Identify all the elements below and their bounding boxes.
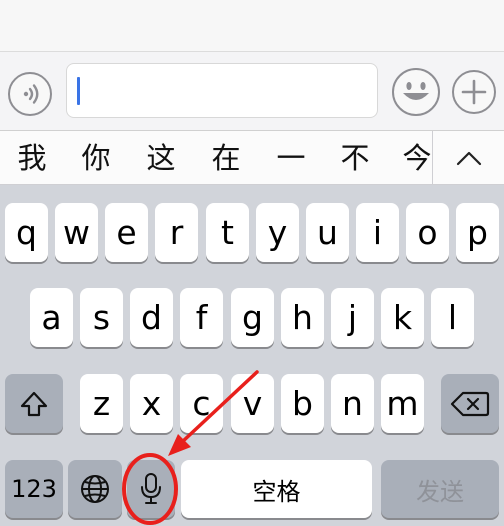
space-key[interactable]: 空格: [181, 460, 372, 518]
key-label: j: [347, 298, 358, 337]
candidate-word[interactable]: 不: [332, 138, 378, 178]
key-k[interactable]: k: [381, 288, 424, 347]
key-label: m: [386, 384, 419, 423]
emoji-button[interactable]: [392, 68, 440, 116]
key-label: f: [195, 298, 208, 337]
key-label: z: [92, 384, 111, 423]
numbers-key[interactable]: 123: [5, 460, 63, 518]
key-label: e: [116, 213, 137, 252]
key-label: g: [242, 298, 263, 337]
key-label: y: [267, 213, 288, 252]
voice-input-button[interactable]: [8, 72, 52, 116]
key-e[interactable]: e: [105, 203, 148, 262]
key-s[interactable]: s: [80, 288, 123, 347]
key-label: k: [392, 298, 413, 337]
key-y[interactable]: y: [256, 203, 299, 262]
key-label: d: [141, 298, 162, 337]
key-c[interactable]: c: [180, 374, 223, 433]
key-a[interactable]: a: [30, 288, 73, 347]
key-label: p: [467, 213, 488, 252]
send-key[interactable]: 发送: [381, 460, 499, 518]
key-label: t: [221, 213, 234, 252]
more-options-button[interactable]: [452, 70, 496, 114]
key-label: n: [342, 384, 363, 423]
candidate-word[interactable]: 在: [203, 138, 249, 178]
key-q[interactable]: q: [5, 203, 48, 262]
key-i[interactable]: i: [356, 203, 399, 262]
key-label: r: [169, 213, 184, 252]
message-input[interactable]: [66, 63, 378, 118]
candidate-word[interactable]: 你: [73, 138, 119, 178]
key-r[interactable]: r: [155, 203, 198, 262]
space-key-label: 空格: [252, 477, 301, 506]
dictation-key[interactable]: [127, 460, 175, 518]
delete-key[interactable]: [441, 374, 499, 433]
key-label: l: [447, 298, 458, 337]
numbers-key-label: 123: [11, 475, 57, 503]
key-label: w: [63, 213, 90, 252]
candidate-word[interactable]: 一: [268, 138, 314, 178]
key-label: c: [192, 384, 211, 423]
backspace-icon: [450, 391, 490, 416]
voice-waves-icon: [23, 84, 39, 104]
key-w[interactable]: w: [55, 203, 98, 262]
key-o[interactable]: o: [406, 203, 449, 262]
key-label: h: [292, 298, 313, 337]
screen: 我 你 这 在 一 不 今 q w e r t y u i o p a s d …: [0, 0, 504, 526]
smiley-face-icon: [403, 82, 429, 100]
key-d[interactable]: d: [130, 288, 173, 347]
key-x[interactable]: x: [130, 374, 173, 433]
key-j[interactable]: j: [331, 288, 374, 347]
key-label: s: [92, 298, 111, 337]
key-h[interactable]: h: [281, 288, 324, 347]
key-g[interactable]: g: [231, 288, 274, 347]
microphone-icon: [141, 473, 161, 504]
key-label: u: [317, 213, 338, 252]
text-caret: [77, 77, 80, 105]
key-u[interactable]: u: [306, 203, 349, 262]
key-z[interactable]: z: [80, 374, 123, 433]
key-f[interactable]: f: [180, 288, 223, 347]
key-p[interactable]: p: [456, 203, 499, 262]
key-l[interactable]: l: [431, 288, 474, 347]
key-label: o: [417, 213, 438, 252]
candidate-word[interactable]: 我: [9, 138, 55, 178]
key-label: b: [292, 384, 313, 423]
key-label: a: [41, 298, 62, 337]
shift-key[interactable]: [5, 374, 63, 433]
chevron-up-icon: [456, 151, 481, 166]
expand-candidates-button[interactable]: [433, 131, 504, 185]
key-label: v: [242, 384, 263, 423]
key-m[interactable]: m: [381, 374, 424, 433]
send-key-label: 发送: [416, 477, 464, 506]
top-strip: [0, 0, 504, 52]
globe-key[interactable]: [68, 460, 122, 518]
candidate-word[interactable]: 这: [138, 138, 184, 178]
key-t[interactable]: t: [206, 203, 249, 262]
key-v[interactable]: v: [231, 374, 274, 433]
key-n[interactable]: n: [331, 374, 374, 433]
shift-arrow-icon: [20, 391, 48, 416]
key-label: i: [372, 213, 383, 252]
key-label: x: [141, 384, 162, 423]
key-b[interactable]: b: [281, 374, 324, 433]
plus-icon: [461, 79, 487, 105]
key-label: q: [16, 213, 37, 252]
globe-icon: [81, 475, 109, 503]
